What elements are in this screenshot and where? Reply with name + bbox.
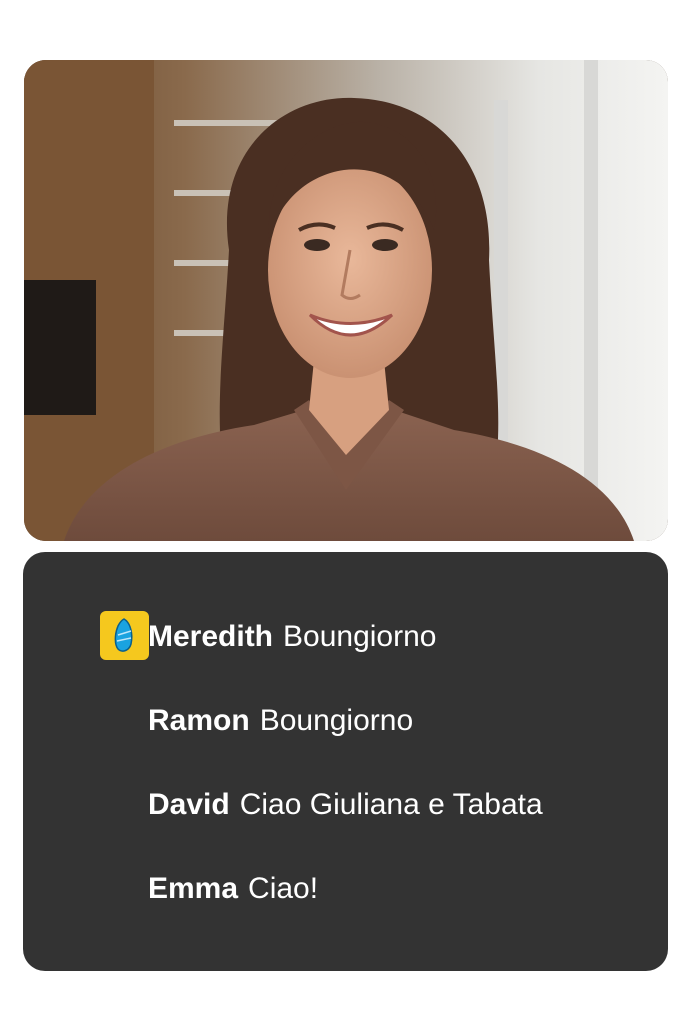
message-text: Boungiorno: [259, 704, 414, 737]
chat-message: Ramon Boungiorno: [148, 701, 413, 741]
chat-message: Emma Ciao!: [148, 869, 318, 909]
video-call-screen: Meredith Boungiorno Ramon Boungiorno Dav…: [0, 0, 690, 1017]
rosetta-stone-icon: [100, 611, 149, 660]
message-text: Ciao!: [248, 872, 319, 905]
sender-name: Ramon: [148, 704, 250, 737]
sender-name: Emma: [148, 872, 239, 905]
sender-name: Meredith: [148, 620, 274, 653]
chat-message: David Ciao Giuliana e Tabata: [148, 785, 543, 825]
message-text: Ciao Giuliana e Tabata: [239, 788, 543, 821]
participant-video-image: [24, 60, 668, 541]
sender-name: David: [148, 788, 230, 821]
video-feed: [24, 60, 668, 541]
chat-message: Meredith Boungiorno: [148, 617, 436, 657]
message-text: Boungiorno: [283, 620, 437, 653]
